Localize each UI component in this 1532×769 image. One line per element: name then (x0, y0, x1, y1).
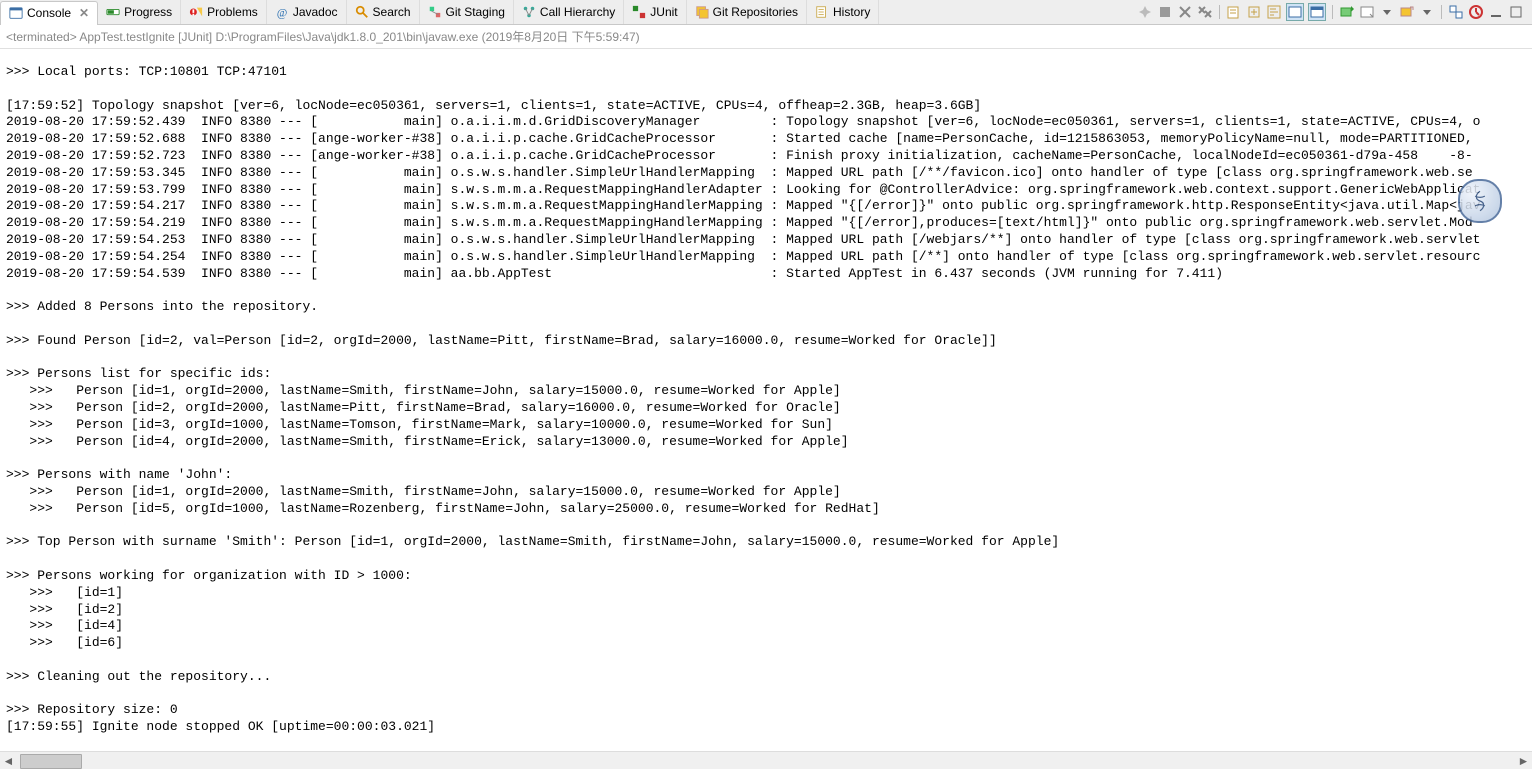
tab-problems[interactable]: Problems (181, 0, 267, 24)
search-icon (355, 5, 369, 19)
console-icon (9, 6, 23, 20)
scroll-lock-button[interactable] (1246, 4, 1262, 20)
tab-label: Problems (207, 5, 258, 19)
tab-javadoc[interactable]: @ Javadoc (267, 0, 347, 24)
word-wrap-button[interactable] (1266, 4, 1282, 20)
maximize-view-button[interactable] (1508, 4, 1524, 20)
svg-text:@: @ (277, 7, 287, 19)
problems-icon (189, 5, 203, 19)
tab-progress[interactable]: Progress (98, 0, 181, 24)
pin-console-button[interactable] (1137, 4, 1153, 20)
dropdown-menu-button-2[interactable] (1419, 4, 1435, 20)
tab-label: Javadoc (293, 5, 338, 19)
history-icon (815, 5, 829, 19)
dropdown-menu-button[interactable] (1379, 4, 1395, 20)
new-console-view-button[interactable] (1399, 4, 1415, 20)
clear-console-button[interactable] (1226, 4, 1242, 20)
tab-history[interactable]: History (807, 0, 879, 24)
tab-label: JUnit (650, 5, 677, 19)
scroll-left-arrow[interactable]: ◄ (0, 752, 17, 769)
progress-icon (106, 5, 120, 19)
display-selected-console-button[interactable] (1359, 4, 1375, 20)
separator (1441, 5, 1442, 19)
tab-label: Search (373, 5, 411, 19)
horizontal-scrollbar[interactable]: ◄ ► (0, 751, 1532, 769)
remove-all-launches-button[interactable] (1197, 4, 1213, 20)
minimize-view-button[interactable] (1488, 4, 1504, 20)
view-tab-bar: Console ✕ Progress Problems @ (0, 0, 1532, 25)
tab-label: Call Hierarchy (540, 5, 615, 19)
tab-call-hierarchy[interactable]: Call Hierarchy (514, 0, 624, 24)
tab-console[interactable]: Console ✕ (0, 1, 98, 25)
red-circle-button[interactable] (1468, 4, 1484, 20)
separator (1219, 5, 1220, 19)
console-text[interactable]: >>> Local ports: TCP:10801 TCP:47101 [17… (0, 62, 1532, 738)
tab-label: Git Staging (446, 5, 505, 19)
junit-icon (632, 5, 646, 19)
view-toolbar (1137, 3, 1532, 21)
git-repos-icon (695, 5, 709, 19)
scroll-thumb[interactable] (20, 754, 82, 769)
link-with-editor-button[interactable] (1448, 4, 1464, 20)
git-staging-icon (428, 5, 442, 19)
separator (1332, 5, 1333, 19)
tab-search[interactable]: Search (347, 0, 420, 24)
tab-label: Console (27, 6, 71, 20)
tab-junit[interactable]: JUnit (624, 0, 686, 24)
tab-git-repositories[interactable]: Git Repositories (687, 0, 807, 24)
tab-label: Git Repositories (713, 5, 798, 19)
console-run-description: <terminated> AppTest.testIgnite [JUnit] … (0, 25, 1532, 49)
tab-label: History (833, 5, 870, 19)
tab-label: Progress (124, 5, 172, 19)
call-hierarchy-icon (522, 5, 536, 19)
tabs-left-group: Console ✕ Progress Problems @ (0, 0, 879, 24)
show-on-stderr-button[interactable] (1308, 3, 1326, 21)
remove-launch-button[interactable] (1177, 4, 1193, 20)
console-output-area[interactable]: >>> Local ports: TCP:10801 TCP:47101 [17… (0, 49, 1532, 751)
tab-git-staging[interactable]: Git Staging (420, 0, 514, 24)
javadoc-icon: @ (275, 5, 289, 19)
close-icon[interactable]: ✕ (79, 6, 89, 20)
terminate-button[interactable] (1157, 4, 1173, 20)
open-console-button[interactable] (1339, 4, 1355, 20)
scroll-right-arrow[interactable]: ► (1515, 752, 1532, 769)
show-on-stdout-button[interactable] (1286, 3, 1304, 21)
